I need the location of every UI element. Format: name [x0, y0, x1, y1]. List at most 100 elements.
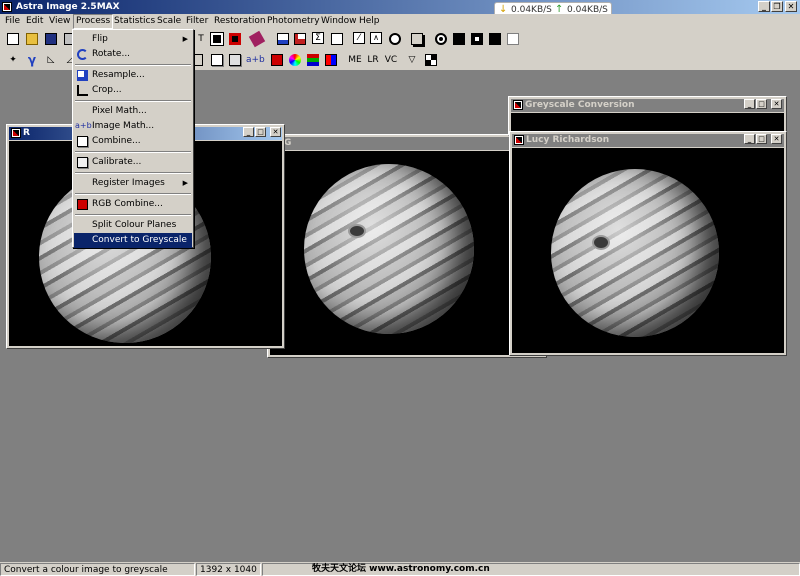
menu-item-convert-to-greyscale[interactable]: Convert to Greyscale	[74, 233, 192, 248]
channels-icon[interactable]	[306, 53, 320, 67]
image-math-toolbar-icon[interactable]: a+b	[246, 53, 265, 67]
eraser-icon[interactable]	[248, 30, 266, 48]
histogram-icon[interactable]	[276, 32, 290, 46]
window-g-image[interactable]	[270, 151, 544, 355]
submenu-arrow-icon: ▶	[182, 179, 188, 187]
menu-file[interactable]: File	[3, 14, 22, 29]
menu-item-crop[interactable]: Crop...	[74, 83, 192, 98]
jupiter-image	[304, 164, 474, 334]
menu-separator	[75, 172, 191, 174]
menu-item-label: Pixel Math...	[92, 106, 147, 116]
menu-restoration[interactable]: Restoration	[212, 14, 268, 29]
window-lucy-icon	[514, 135, 524, 145]
menu-separator	[75, 151, 191, 153]
menu-item-label: Calibrate...	[92, 157, 142, 167]
status-dimensions: 1392 x 1040	[196, 563, 261, 576]
menu-item-flip[interactable]: Flip ▶	[74, 32, 192, 47]
stars-black-icon[interactable]	[488, 32, 502, 46]
menu-item-label: Image Math...	[92, 121, 155, 131]
menu-item-label: Flip	[92, 34, 108, 44]
menu-item-pixel-math[interactable]: Pixel Math...	[74, 104, 192, 119]
open-folder-icon[interactable]	[25, 32, 39, 46]
window-greyscale-close-button[interactable]: ✕	[771, 99, 782, 109]
menu-item-calibrate[interactable]: Calibrate...	[74, 155, 192, 170]
gamma-icon[interactable]: γ	[25, 53, 39, 67]
window-r-minimize-button[interactable]: _	[243, 127, 254, 137]
new-file-icon[interactable]	[6, 32, 20, 46]
menu-window[interactable]: Window	[319, 14, 359, 29]
menu-separator	[75, 193, 191, 195]
dot-black-icon[interactable]	[470, 32, 484, 46]
window-lucy-minimize-button[interactable]: _	[744, 134, 755, 144]
app-minimize-button[interactable]: _	[758, 1, 770, 12]
window-lucy-title: Lucy Richardson	[526, 135, 610, 145]
menu-item-label: Rotate...	[92, 49, 131, 59]
menu-item-label: Convert to Greyscale	[92, 235, 187, 245]
filter-funnel-icon[interactable]: ▽	[405, 53, 419, 67]
menu-item-label: RGB Combine...	[92, 199, 163, 209]
menu-item-rotate[interactable]: Rotate...	[74, 47, 192, 62]
menu-item-image-math[interactable]: a+b Image Math...	[74, 119, 192, 134]
window-r-close-button[interactable]: ✕	[270, 127, 281, 137]
menu-item-rgb-combine[interactable]: RGB Combine...	[74, 197, 192, 212]
rgb-red-icon[interactable]	[270, 53, 284, 67]
bar-chart-icon[interactable]	[293, 32, 307, 46]
menu-filter[interactable]: Filter	[184, 14, 210, 29]
toolbar-vc-button[interactable]: VC	[382, 53, 400, 67]
grid-plus-icon[interactable]	[210, 32, 224, 46]
window-lucy-richardson[interactable]: Lucy Richardson _ □ ✕	[509, 131, 787, 356]
process-menu: Flip ▶ Rotate... Resample... Crop... Pix…	[72, 29, 194, 248]
target-icon[interactable]	[388, 32, 402, 46]
star-wand-icon[interactable]: ✦	[6, 53, 20, 67]
menu-help[interactable]: Help	[357, 14, 382, 29]
sigma-icon[interactable]: Σ	[312, 32, 326, 46]
window-g-titlebar[interactable]: G	[270, 137, 544, 150]
checker-icon[interactable]	[424, 53, 438, 67]
menu-view[interactable]: View	[47, 14, 72, 29]
window-g-title: G	[284, 138, 292, 148]
window-greyscale-maximize-button[interactable]: □	[756, 99, 767, 109]
window-g[interactable]: G	[267, 134, 547, 358]
menu-scale[interactable]: Scale	[155, 14, 183, 29]
copy-window-icon[interactable]	[410, 32, 424, 46]
dark-frame-icon[interactable]	[228, 53, 242, 67]
split-icon[interactable]	[324, 53, 338, 67]
menu-statistics[interactable]: Statistics	[112, 14, 157, 29]
menu-item-label: Register Images	[92, 178, 165, 188]
great-red-spot	[594, 237, 608, 248]
menu-separator	[75, 64, 191, 66]
window-greyscale-minimize-button[interactable]: _	[744, 99, 755, 109]
window-greyscale-conversion[interactable]: Greyscale Conversion _ □ ✕	[508, 96, 787, 136]
grid-red-icon[interactable]	[228, 32, 242, 46]
toolbar-lr-button[interactable]: LR	[364, 53, 382, 67]
window-greyscale-image[interactable]	[511, 113, 784, 133]
menu-item-register-images[interactable]: Register Images ▶	[74, 176, 192, 191]
menu-item-combine[interactable]: Combine...	[74, 134, 192, 149]
square-icon[interactable]	[330, 32, 344, 46]
menu-process[interactable]: Process	[73, 14, 114, 29]
app-close-button[interactable]: ✕	[785, 1, 797, 12]
ring-icon[interactable]	[434, 32, 448, 46]
window-lucy-close-button[interactable]: ✕	[771, 134, 782, 144]
window-lucy-image[interactable]	[512, 148, 784, 353]
window-lucy-maximize-button[interactable]: □	[756, 134, 767, 144]
wave-icon[interactable]: ∧	[370, 32, 384, 46]
menu-item-split-colour-planes[interactable]: Split Colour Planes	[74, 218, 192, 233]
page-white-icon[interactable]	[506, 32, 520, 46]
corner-black-icon[interactable]	[452, 32, 466, 46]
tool-t-icon[interactable]: T	[194, 32, 208, 46]
menu-item-label: Split Colour Planes	[92, 220, 177, 230]
curve-icon[interactable]: ⁄	[353, 32, 367, 46]
colour-wheel-icon[interactable]	[288, 53, 302, 67]
menu-edit[interactable]: Edit	[24, 14, 45, 29]
window-r-maximize-button[interactable]: □	[255, 127, 266, 137]
watermark: 牧夫天文论坛 www.astronomy.com.cn	[312, 564, 490, 574]
save-disk-icon[interactable]	[44, 32, 58, 46]
menu-photometry[interactable]: Photometry	[265, 14, 322, 29]
toolbar-me-button[interactable]: ME	[346, 53, 364, 67]
window-r-icon	[11, 128, 21, 138]
menu-item-resample[interactable]: Resample...	[74, 68, 192, 83]
app-restore-button[interactable]: ❐	[771, 1, 783, 12]
flat-frame-icon[interactable]	[210, 53, 224, 67]
ramp-icon[interactable]: ◺	[44, 53, 58, 67]
